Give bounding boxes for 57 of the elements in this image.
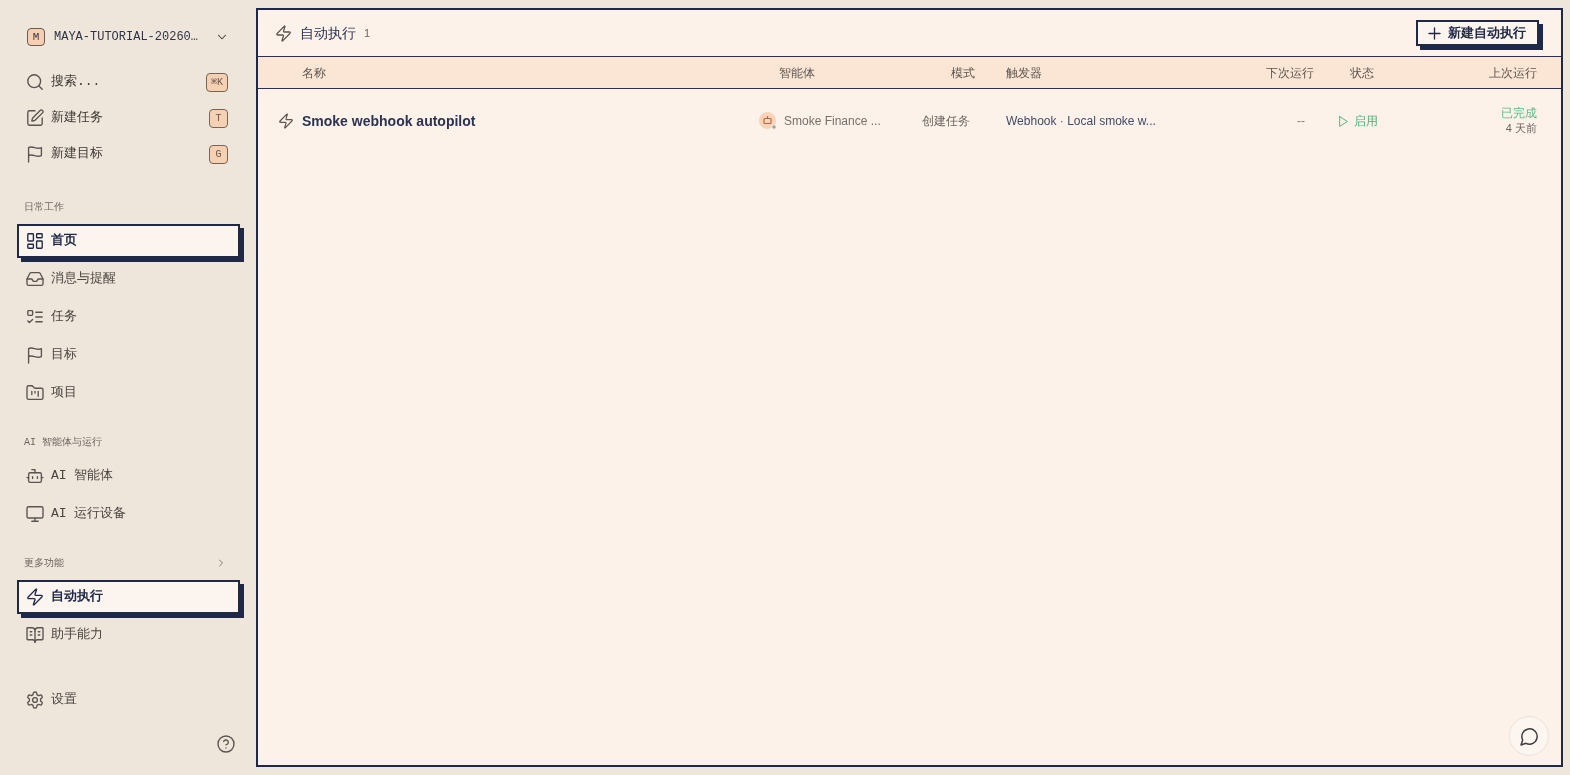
column-header[interactable]: 触发器 bbox=[1006, 65, 1042, 80]
automation-name[interactable]: Smoke webhook autopilot bbox=[302, 110, 476, 132]
shortcut-key: T bbox=[209, 108, 228, 128]
mode-text: 创建任务 bbox=[922, 114, 970, 128]
search-button[interactable]: 搜索... ⌘K bbox=[17, 65, 240, 99]
inbox-icon bbox=[27, 271, 43, 287]
column-header[interactable]: 状态 bbox=[1350, 65, 1374, 80]
column-header[interactable]: 模式 bbox=[951, 65, 975, 80]
shortcut-key: G bbox=[209, 144, 228, 164]
monitor-icon bbox=[27, 506, 43, 522]
trigger-text: Webhook · Local smoke w... bbox=[1006, 114, 1156, 128]
new-goal-button[interactable]: 新建目标 G bbox=[17, 137, 240, 171]
settings-icon bbox=[27, 692, 43, 708]
flag-icon bbox=[27, 146, 43, 162]
sidebar-nav-item[interactable]: 设置 bbox=[17, 683, 240, 717]
next-run-text: -- bbox=[1297, 114, 1305, 128]
sidebar-nav-item[interactable]: 助手能力 bbox=[17, 618, 240, 652]
chat-button[interactable] bbox=[1509, 716, 1549, 756]
status-text: 启用 bbox=[1354, 113, 1378, 130]
column-header[interactable]: 智能体 bbox=[779, 65, 815, 80]
workspace-switcher[interactable]: M MAYA-TUTORIAL-20260… bbox=[17, 22, 240, 52]
sidebar-nav-item[interactable]: AI 智能体 bbox=[17, 459, 240, 493]
section-title: 日常工作 bbox=[24, 200, 64, 215]
new-task-button[interactable]: 新建任务 T bbox=[17, 101, 240, 135]
column-header[interactable]: 名称 bbox=[302, 65, 326, 80]
lightning-icon bbox=[27, 589, 43, 605]
plus-icon bbox=[1429, 27, 1440, 39]
shortcut-key: ⌘K bbox=[205, 72, 228, 92]
page-title: 自动执行 bbox=[300, 23, 356, 43]
last-run-time: 4 天前 bbox=[1505, 121, 1537, 136]
robot-icon bbox=[27, 468, 43, 484]
column-header[interactable]: 上次运行 bbox=[1489, 65, 1537, 80]
dashboard-icon bbox=[27, 233, 43, 249]
folder-icon bbox=[27, 385, 43, 401]
search-icon bbox=[27, 74, 43, 90]
workspace-avatar: M bbox=[27, 28, 45, 46]
play-icon bbox=[1338, 115, 1349, 127]
book-icon bbox=[27, 627, 43, 643]
sidebar-nav-item[interactable]: 任务 bbox=[17, 300, 240, 334]
sidebar-nav-item[interactable]: 消息与提醒 bbox=[17, 262, 240, 296]
flag-icon bbox=[27, 347, 43, 363]
lightning-icon bbox=[276, 25, 291, 41]
help-icon[interactable] bbox=[218, 736, 234, 752]
item-count: 1 bbox=[364, 25, 371, 41]
section-title: AI 智能体与运行 bbox=[24, 435, 102, 450]
checklist-icon bbox=[27, 309, 43, 325]
agent-name: Smoke Finance ... bbox=[784, 113, 881, 130]
sidebar-nav-item[interactable]: 项目 bbox=[17, 376, 240, 410]
chat-bubble-icon bbox=[1520, 727, 1538, 745]
sidebar-nav-item[interactable]: 目标 bbox=[17, 338, 240, 372]
section-title: 更多功能 bbox=[24, 556, 64, 571]
agent-avatar-icon bbox=[759, 112, 777, 130]
lightning-icon bbox=[279, 114, 293, 128]
edit-icon bbox=[27, 110, 43, 126]
last-run-status: 已完成 bbox=[1501, 106, 1537, 121]
sidebar-nav-item[interactable]: AI 运行设备 bbox=[17, 497, 240, 531]
column-header[interactable]: 下次运行 bbox=[1266, 65, 1314, 80]
